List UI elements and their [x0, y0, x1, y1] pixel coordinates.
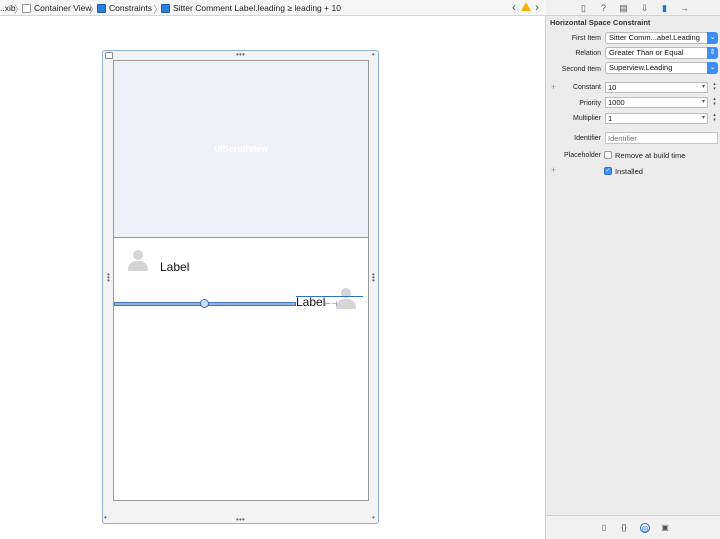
remove-at-build-time-checkbox[interactable] — [604, 151, 612, 159]
dropdown-arrow-icon[interactable]: ▾ — [702, 98, 705, 107]
view-controller-scene[interactable]: • • • • • • • • • • • • • • • UIScrollView L… — [102, 50, 379, 524]
multiplier-field[interactable]: 1 ▾ — [605, 113, 708, 124]
warning-icon[interactable] — [521, 2, 531, 11]
breadcrumb-constraints-label: Constraints — [109, 3, 152, 13]
media-library-icon[interactable]: ▣ — [660, 523, 670, 533]
constant-stepper[interactable]: ▴ ▾ — [711, 82, 718, 93]
view-controller-icon[interactable] — [105, 52, 113, 59]
comment-label[interactable]: Label — [160, 260, 189, 274]
breadcrumb-container-label: Container View — [34, 3, 92, 13]
relation-value: Greater Than or Equal — [609, 48, 684, 57]
left-resize-handle[interactable]: • • • — [107, 271, 110, 285]
root-view[interactable]: UIScrollView Label Label ⊢⊣ — [113, 60, 369, 501]
scroll-view-label: UIScrollView — [213, 144, 269, 154]
inspector-title: Horizontal Space Constraint — [550, 18, 651, 27]
chevron-down-icon: ⌄ — [707, 62, 718, 74]
corner-handle[interactable]: • — [372, 514, 375, 522]
library-tab-bar: ▯ {} ◎ ▣ — [546, 515, 720, 539]
add-variation-icon[interactable]: + — [551, 82, 556, 92]
connections-inspector-icon[interactable]: → — [680, 3, 689, 13]
constraints-icon — [97, 3, 106, 13]
dropdown-arrow-icon[interactable]: ▾ — [702, 83, 705, 92]
chevron-updown-icon: ⇕ — [707, 47, 718, 59]
attributes-inspector-icon[interactable]: ⇩ — [640, 3, 649, 13]
scroll-view[interactable]: UIScrollView — [114, 61, 368, 238]
priority-value: 1000 — [608, 98, 625, 107]
chevron-down-icon: ⌄ — [707, 32, 718, 44]
placeholder-label: Placeholder — [564, 152, 601, 159]
constraint-handle[interactable] — [200, 299, 209, 308]
identifier-input[interactable] — [605, 132, 718, 144]
second-item-popup[interactable]: Superview.Leading ⌄ — [605, 62, 718, 74]
constraint-ibar-icon[interactable]: ⊢⊣ — [325, 300, 337, 308]
priority-field[interactable]: 1000 ▾ — [605, 97, 708, 108]
constant-field[interactable]: 10 ▾ — [605, 82, 708, 93]
relation-popup[interactable]: Greater Than or Equal ⇕ — [605, 47, 718, 59]
view-icon — [22, 3, 31, 13]
breadcrumb-constraint-label: Sitter Comment Label.leading ≥ leading +… — [173, 3, 341, 13]
breadcrumb-constraints[interactable]: Constraints — [97, 1, 152, 15]
sitter-avatar-image[interactable] — [335, 287, 357, 309]
file-template-library-icon[interactable]: ▯ — [599, 523, 609, 533]
jump-bar: ..xib 〉 Container View 〉 Constraints 〉 S… — [0, 0, 546, 16]
breadcrumb-container-view[interactable]: Container View — [22, 1, 92, 15]
object-library-icon[interactable]: ◎ — [640, 523, 650, 533]
right-resize-handle[interactable]: • • • — [372, 271, 375, 285]
add-installed-variation-icon[interactable]: + — [551, 165, 556, 175]
second-item-label: Second Item — [561, 66, 601, 73]
forward-arrow-icon[interactable]: › — [535, 0, 539, 14]
inspector-tab-bar: ▯ ? ▤ ⇩ ▮ → — [546, 0, 720, 16]
attributes-inspector: ▯ ? ▤ ⇩ ▮ → Horizontal Space Constraint … — [546, 0, 720, 539]
back-arrow-icon[interactable]: ‹ — [512, 0, 516, 14]
interface-builder-canvas[interactable]: • • • • • • • • • • • • • • • UIScrollView L… — [0, 16, 546, 539]
corner-handle[interactable]: • — [372, 51, 375, 59]
sitter-comment-label[interactable]: Label — [296, 295, 325, 309]
first-item-label: First Item — [571, 35, 601, 42]
corner-handle[interactable]: • — [104, 514, 107, 522]
constraint-icon — [161, 3, 170, 13]
multiplier-stepper[interactable]: ▴ ▾ — [711, 113, 718, 124]
relation-label: Relation — [575, 50, 601, 57]
identity-inspector-icon[interactable]: ▤ — [619, 3, 628, 13]
breadcrumb-constraint[interactable]: Sitter Comment Label.leading ≥ leading +… — [161, 1, 341, 15]
top-resize-handle[interactable]: • • • — [236, 51, 245, 59]
code-snippet-library-icon[interactable]: {} — [619, 523, 629, 533]
first-item-popup[interactable]: Sitter Comm...abel.Leading ⌄ — [605, 32, 718, 44]
first-item-value: Sitter Comm...abel.Leading — [609, 33, 700, 42]
installed-label: Installed — [615, 167, 643, 176]
size-inspector-icon[interactable]: ▮ — [660, 3, 669, 13]
constant-label: Constant — [572, 84, 601, 91]
help-inspector-icon[interactable]: ? — [599, 3, 608, 13]
installed-checkbox[interactable]: ✓ — [604, 167, 612, 175]
multiplier-label: Multiplier — [572, 115, 601, 122]
second-item-value: Superview.Leading — [609, 63, 673, 72]
bottom-resize-handle[interactable]: • • • — [236, 516, 245, 524]
multiplier-value: 1 — [608, 114, 613, 123]
priority-label: Priority — [579, 100, 601, 107]
identifier-label: Identifier — [574, 135, 601, 142]
remove-at-build-time-label: Remove at build time — [615, 151, 686, 160]
avatar-image[interactable] — [127, 249, 149, 271]
priority-stepper[interactable]: ▴ ▾ — [711, 97, 718, 108]
file-inspector-icon[interactable]: ▯ — [579, 3, 588, 13]
dropdown-arrow-icon[interactable]: ▾ — [702, 114, 705, 123]
constant-value: 10 — [608, 83, 617, 92]
